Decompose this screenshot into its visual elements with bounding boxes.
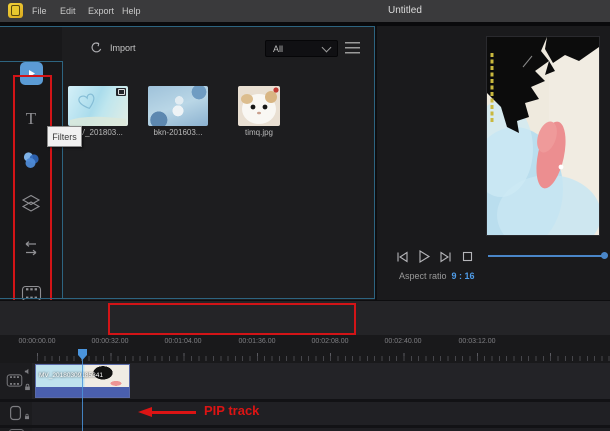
- import-label: Import: [110, 43, 136, 53]
- mute-track-icon[interactable]: [24, 368, 31, 375]
- media-filter-dropdown[interactable]: All: [265, 40, 338, 57]
- chevron-down-icon: [322, 42, 332, 52]
- video-track-header: [0, 363, 32, 399]
- filters-tooltip: Filters: [47, 126, 82, 147]
- pip-track-lane[interactable]: [32, 402, 610, 425]
- media-item-video-1[interactable]: [68, 86, 128, 126]
- panel-border-top: [0, 26, 375, 27]
- panel-border-left: [62, 61, 63, 299]
- annotation-arrow-icon: [138, 407, 152, 417]
- list-view-toggle-icon[interactable]: [345, 42, 360, 54]
- pip-track[interactable]: [0, 402, 610, 425]
- clip-label: MV_20180309185341: [39, 372, 103, 379]
- annotation-pip-label: PIP track: [204, 403, 259, 418]
- annotation-rect-sidebar: [13, 75, 52, 320]
- next-frame-icon: [439, 250, 453, 264]
- panel-border-tab: [0, 61, 62, 62]
- ruler-timestamp: 00:01:36.00: [232, 338, 282, 345]
- stop-icon: [461, 250, 474, 263]
- ruler-timestamp: 00:00:00.00: [12, 338, 62, 345]
- menu-bar: File Edit Export Help Untitled: [0, 0, 610, 22]
- app-window: File Edit Export Help Untitled T: [0, 0, 610, 431]
- window-title: Untitled: [388, 0, 422, 22]
- stop-button[interactable]: [460, 249, 475, 264]
- sidebar: T: [0, 26, 62, 300]
- seek-bar[interactable]: [488, 255, 606, 257]
- ruler-timestamp: 00:03:12.00: [452, 338, 502, 345]
- annotation-rect-toolbar: [108, 303, 356, 335]
- video-type-badge-icon: [116, 88, 126, 96]
- ruler-minor-ticks: [37, 356, 610, 361]
- preview-video-canvas: [487, 37, 599, 235]
- media-item-image-2[interactable]: [148, 86, 208, 126]
- lock-track-icon[interactable]: [24, 413, 30, 420]
- media-item-label: bkn-201603...: [148, 128, 208, 137]
- playhead-line: [82, 352, 83, 431]
- timeline: 00:00:00.00 00:00:32.00 00:01:04.00 00:0…: [0, 335, 610, 431]
- next-frame-button[interactable]: [438, 249, 453, 264]
- media-item-label: timq.jpg: [229, 128, 289, 137]
- ruler-timestamp: 00:00:32.00: [85, 338, 135, 345]
- media-filter-value: All: [273, 44, 283, 54]
- preview-panel: Aspect ratio 9 : 16: [375, 26, 610, 300]
- menu-help[interactable]: Help: [118, 0, 145, 22]
- media-library-panel: Import All MV_201803... bkn-201603...: [62, 26, 375, 300]
- play-button[interactable]: [416, 249, 431, 264]
- ruler-timestamp: 00:02:08.00: [305, 338, 355, 345]
- video-track-icon: [6, 373, 23, 388]
- video-track-lane[interactable]: MV_20180309185341: [32, 363, 610, 399]
- pip-track-header: [0, 402, 32, 425]
- import-icon: [90, 41, 103, 56]
- toolbar: ↶ ↷ ✎ ✂: [0, 300, 610, 335]
- panel-border-bottom: [0, 298, 375, 299]
- menu-export[interactable]: Export: [84, 0, 118, 22]
- menu-edit[interactable]: Edit: [56, 0, 80, 22]
- pip-track-icon: [9, 405, 22, 421]
- app-logo-icon[interactable]: [8, 3, 23, 18]
- media-item-image-3[interactable]: [238, 86, 280, 126]
- aspect-ratio-row: Aspect ratio 9 : 16: [399, 271, 475, 281]
- previous-frame-button[interactable]: [394, 249, 409, 264]
- import-button[interactable]: Import: [90, 40, 136, 56]
- lock-track-icon[interactable]: [24, 383, 31, 391]
- menu-file[interactable]: File: [28, 0, 51, 22]
- video-track[interactable]: MV_20180309185341: [0, 363, 610, 399]
- ruler-timestamp: 00:01:04.00: [158, 338, 208, 345]
- play-icon: [416, 249, 431, 264]
- ruler-timestamp: 00:02:40.00: [378, 338, 428, 345]
- aspect-ratio-value[interactable]: 9 : 16: [452, 271, 475, 281]
- aspect-ratio-label: Aspect ratio: [399, 271, 447, 281]
- seek-knob[interactable]: [601, 252, 608, 259]
- annotation-arrow-shaft: [151, 411, 196, 414]
- previous-frame-icon: [395, 250, 409, 264]
- timeline-ruler[interactable]: 00:00:00.00 00:00:32.00 00:01:04.00 00:0…: [0, 335, 610, 362]
